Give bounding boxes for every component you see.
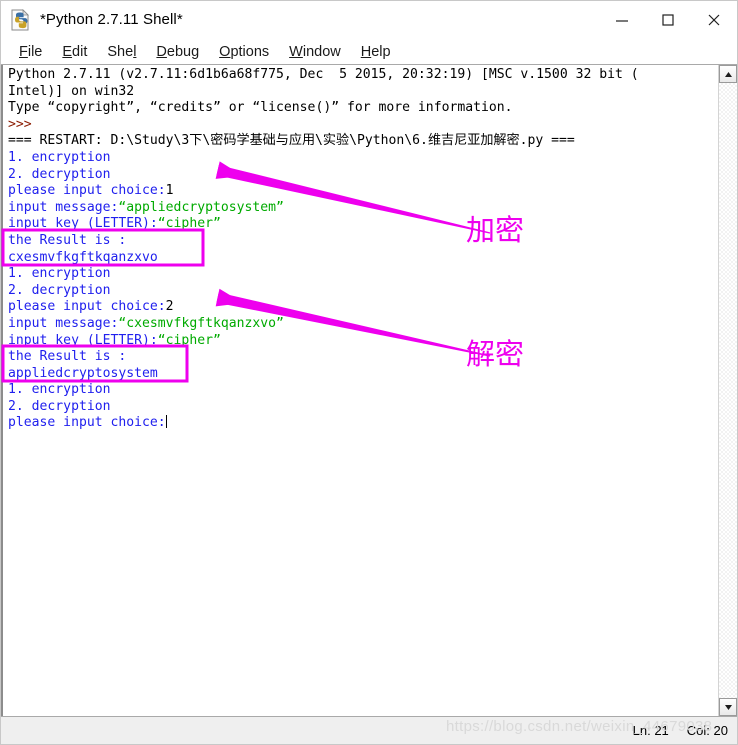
console-span: === RESTART: D:\Study\3下\密码学基础与应用\实验\Pyt… — [8, 133, 575, 149]
vertical-scrollbar[interactable] — [718, 65, 737, 716]
menu-rest-options: ptions — [230, 43, 270, 60]
console-line: 1. encryption — [8, 266, 718, 283]
console-span: 2. decryption — [8, 282, 111, 298]
menu-item-options[interactable]: Options — [209, 43, 279, 61]
text-caret — [165, 415, 168, 429]
close-button[interactable] — [691, 1, 737, 38]
menu-item-shell[interactable]: Shel — [97, 43, 146, 61]
console-line: please input choice:1 — [8, 183, 718, 200]
console-line: please input choice:2 — [8, 299, 718, 316]
console-line: input message:“appliedcryptosystem” — [8, 200, 718, 217]
console-span: input key (LETTER): — [8, 332, 158, 348]
console-span: the Result is : — [8, 349, 127, 365]
console-span: “cipher” — [157, 332, 221, 348]
console-span: “cipher” — [157, 216, 221, 232]
scrollbar-track[interactable] — [719, 83, 737, 698]
console-span: “appliedcryptosystem” — [118, 199, 284, 215]
menu-item-edit[interactable]: Edit — [52, 43, 97, 61]
window-title: *Python 2.7.11 Shell* — [40, 11, 183, 28]
console-line: the Result is : — [8, 349, 718, 366]
console-line: 2. decryption — [8, 399, 718, 416]
console-line: appliedcryptosystem — [8, 366, 718, 383]
console-span: input message: — [8, 199, 119, 215]
console-line: 1. encryption — [8, 382, 718, 399]
console-span: 1. encryption — [8, 266, 111, 282]
console-line: === RESTART: D:\Study\3下\密码学基础与应用\实验\Pyt… — [8, 133, 718, 150]
console-span: 2. decryption — [8, 166, 111, 182]
menu-rest-help: elp — [371, 43, 391, 60]
title-bar-left: *Python 2.7.11 Shell* — [1, 8, 183, 31]
menu-item-help[interactable]: Help — [351, 43, 401, 61]
console-span: Intel)] on win32 — [8, 83, 135, 99]
console-line: cxesmvfkgftkqanzxvo — [8, 250, 718, 267]
menu-rest-debug: ebug — [166, 43, 200, 60]
console-span: cxesmvfkgftkqanzxvo — [8, 249, 158, 265]
console-span: the Result is : — [8, 232, 127, 248]
console-line: input key (LETTER):“cipher” — [8, 216, 718, 233]
menu-item-file[interactable]: File — [9, 43, 52, 61]
menu-accel-help: H — [360, 43, 372, 60]
console-line: Python 2.7.11 (v2.7.11:6d1b6a68f775, Dec… — [8, 67, 718, 84]
menu-accel-file: F — [19, 43, 28, 60]
menu-rest-edit: dit — [72, 43, 88, 60]
console-span: >>> — [8, 116, 32, 132]
scroll-down-icon[interactable] — [719, 698, 737, 716]
menu-rest-file: ile — [27, 43, 43, 60]
shell-text: Python 2.7.11 (v2.7.11:6d1b6a68f775, Dec… — [5, 67, 718, 432]
console-line: please input choice: — [8, 415, 718, 432]
title-bar: *Python 2.7.11 Shell* — [1, 1, 737, 39]
menu-accel-shell: l — [133, 43, 137, 60]
menu-bar: File Edit Shel Debug Options Window Help — [1, 39, 737, 64]
console-line: input key (LETTER):“cipher” — [8, 333, 718, 350]
console-span: 2 — [165, 299, 174, 315]
window-frame: *Python 2.7.11 Shell* File Edit Shel Deb… — [0, 0, 738, 745]
menu-rest-window: indow — [302, 43, 341, 60]
console-line: Type “copyright”, “credits” or “license(… — [8, 100, 718, 117]
console-line: 2. decryption — [8, 167, 718, 184]
console-span: please input choice: — [8, 415, 166, 431]
console-line: input message:“cxesmvfkgftkqanzxvo” — [8, 316, 718, 333]
console-span: input message: — [8, 315, 119, 331]
shell-output[interactable]: Python 2.7.11 (v2.7.11:6d1b6a68f775, Dec… — [1, 65, 718, 716]
window-controls — [599, 1, 737, 38]
status-bar: https://blog.csdn.net/weixin_44679038 Ln… — [1, 717, 737, 744]
console-area: Python 2.7.11 (v2.7.11:6d1b6a68f775, Dec… — [1, 64, 737, 717]
console-span: please input choice: — [8, 183, 166, 199]
console-line: >>> — [8, 117, 718, 134]
menu-item-window[interactable]: Window — [279, 43, 351, 61]
console-span: Type “copyright”, “credits” or “license(… — [8, 100, 513, 116]
maximize-button[interactable] — [645, 1, 691, 38]
console-span: Python 2.7.11 (v2.7.11:6d1b6a68f775, Dec… — [8, 67, 639, 82]
python-idle-icon — [10, 8, 32, 31]
menu-accel-window: W — [289, 43, 303, 60]
console-line: 2. decryption — [8, 283, 718, 300]
console-line: Intel)] on win32 — [8, 84, 718, 101]
scroll-up-icon[interactable] — [719, 65, 737, 83]
menu-accel-edit: E — [62, 43, 73, 60]
console-span: 1 — [165, 183, 174, 199]
console-line: the Result is : — [8, 233, 718, 250]
menu-item-debug[interactable]: Debug — [146, 43, 209, 61]
console-line: 1. encryption — [8, 150, 718, 167]
watermark-text: https://blog.csdn.net/weixin_44679038 — [446, 718, 713, 735]
console-span: 1. encryption — [8, 382, 111, 398]
menu-accel-options: O — [219, 43, 231, 60]
console-span: 1. encryption — [8, 149, 111, 165]
console-span: please input choice: — [8, 299, 166, 315]
console-span: appliedcryptosystem — [8, 365, 158, 381]
console-span: 2. decryption — [8, 398, 111, 414]
menu-accel-debug: D — [156, 43, 167, 60]
console-span: input key (LETTER): — [8, 216, 158, 232]
console-span: “cxesmvfkgftkqanzxvo” — [118, 315, 284, 331]
minimize-button[interactable] — [599, 1, 645, 38]
idle-shell-window: *Python 2.7.11 Shell* File Edit Shel Deb… — [0, 0, 738, 745]
menu-pre-shell: She — [107, 43, 134, 60]
